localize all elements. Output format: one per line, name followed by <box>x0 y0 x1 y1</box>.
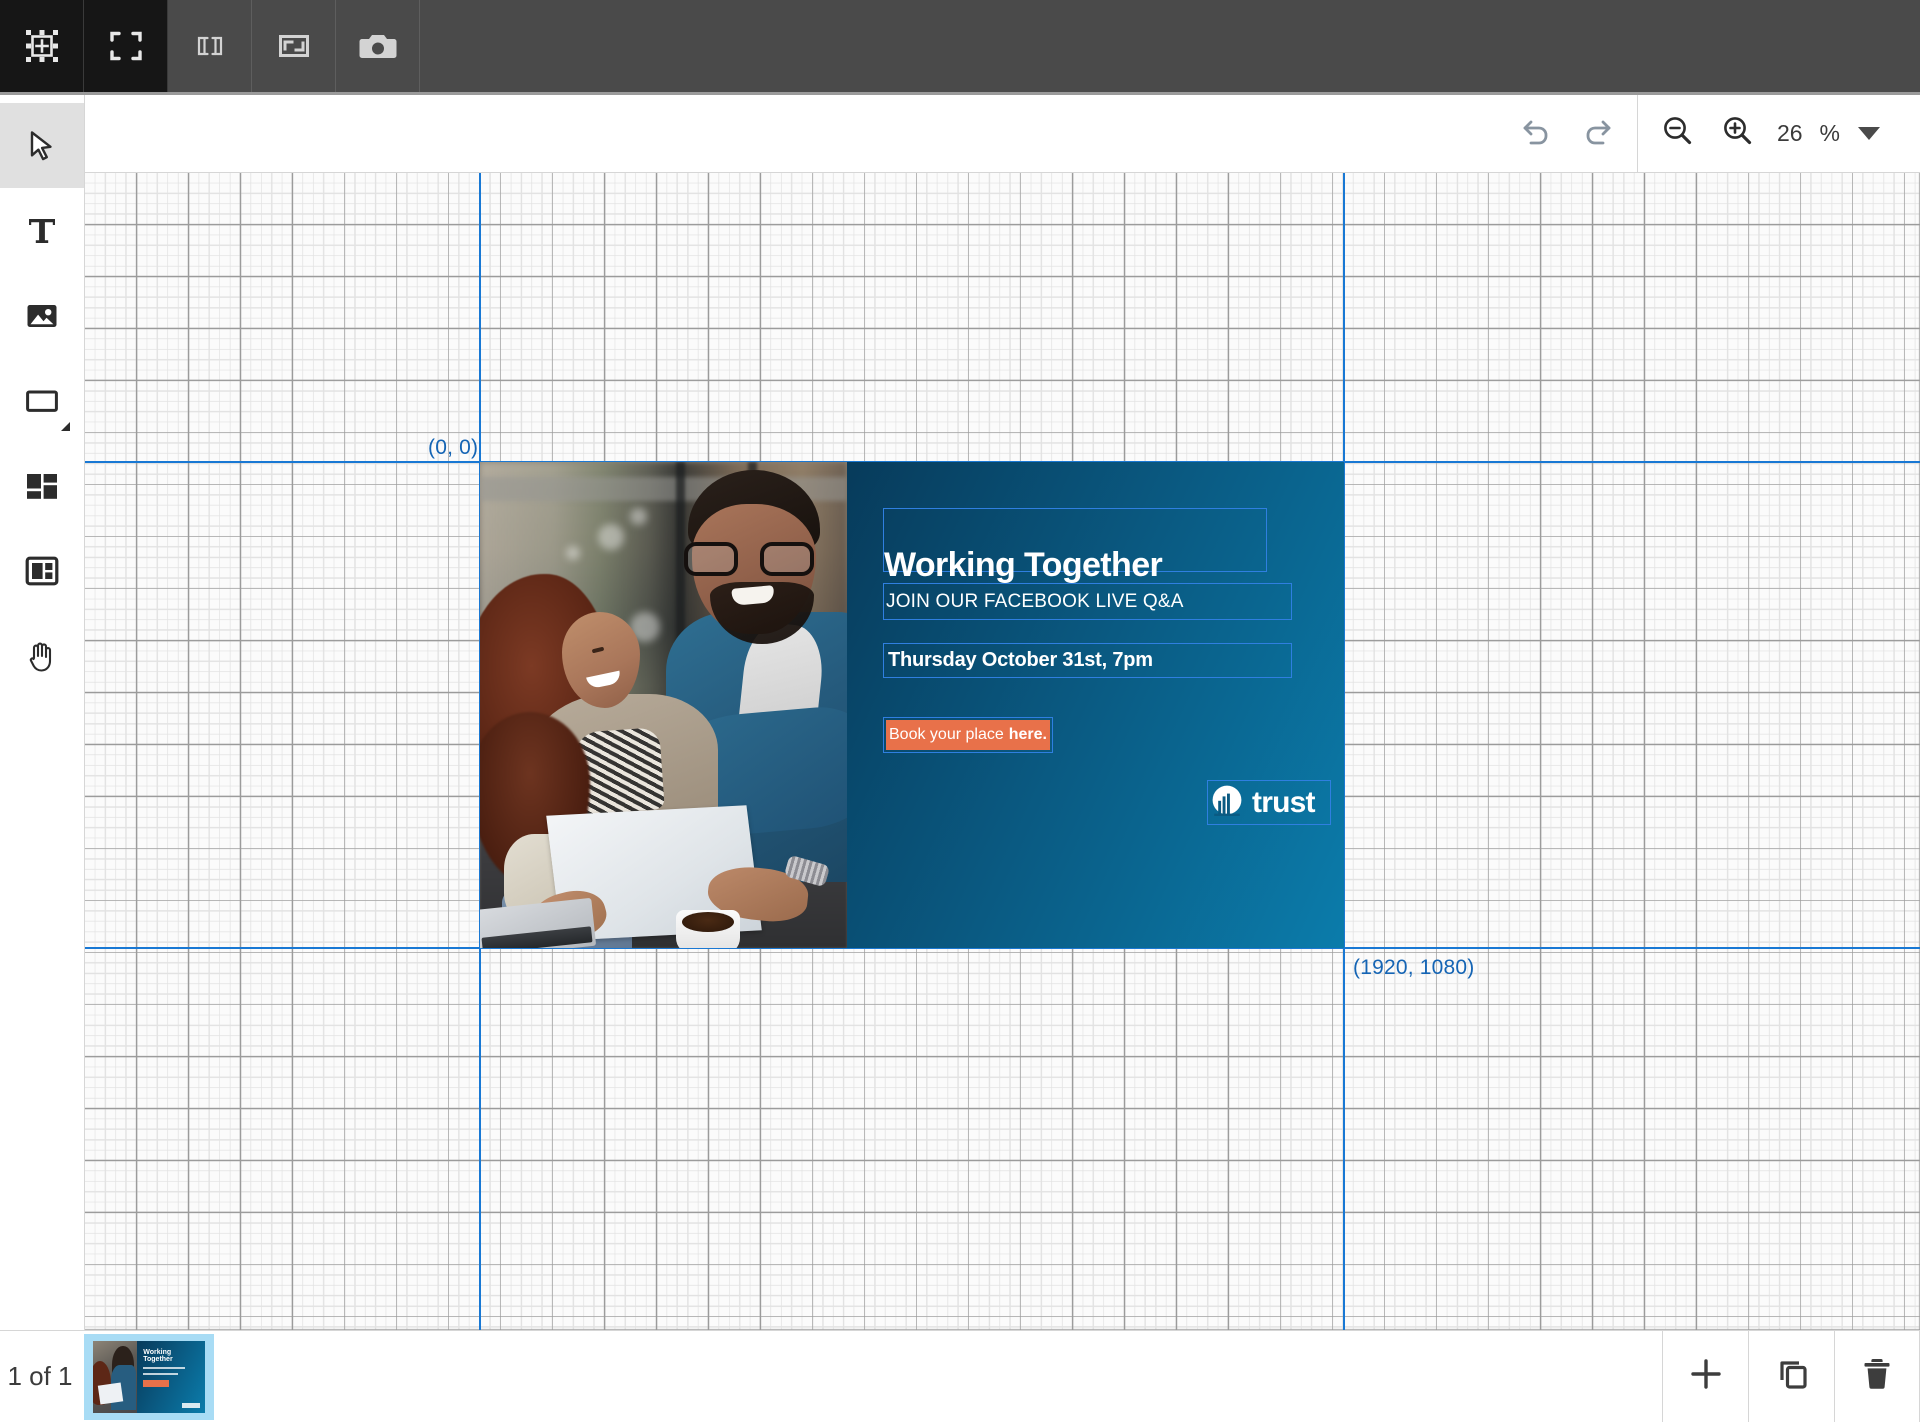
page-thumbnail-1[interactable]: Working Together <box>84 1334 214 1420</box>
zoom-level-input[interactable]: 26 <box>1768 120 1808 147</box>
cursor-arrow-icon <box>24 128 60 164</box>
artboard-title-text: Working Together <box>884 550 1162 581</box>
artboard-title[interactable]: Working Together <box>883 508 1267 572</box>
duplicate-icon <box>1771 1353 1813 1400</box>
thumbnail-line <box>143 1373 178 1375</box>
thumb-shape <box>98 1382 123 1404</box>
origin-coord-label: (0, 0) <box>428 436 478 460</box>
photo-coffee <box>682 912 734 932</box>
history-group <box>1497 95 1637 172</box>
undo-icon <box>1517 111 1557 156</box>
context-bar: 26 % <box>85 95 1920 173</box>
artboard-date[interactable]: Thursday October 31st, 7pm <box>883 643 1292 678</box>
top-toolbar <box>0 0 1920 95</box>
layout-frame-icon <box>24 553 60 589</box>
undo-button[interactable] <box>1507 104 1567 164</box>
glasses-lens <box>684 542 738 576</box>
photo-bokeh <box>598 524 624 550</box>
zoom-group: 26 % <box>1637 95 1920 172</box>
page-bar: 1 of 1 Working Together <box>0 1330 1920 1422</box>
resize-canvas-icon <box>274 26 314 66</box>
artboard-cta-button[interactable]: Book your place here. <box>883 717 1053 753</box>
toolbar-spacer <box>420 0 1920 92</box>
delete-page-button[interactable] <box>1834 1331 1920 1422</box>
thumbnail-photo <box>93 1341 137 1413</box>
image-icon <box>24 298 60 334</box>
editor-body: 26 % (0, 0) (1920, 1080) <box>0 95 1920 1330</box>
artboard-date-text: Thursday October 31st, 7pm <box>884 649 1153 672</box>
zoom-out-button[interactable] <box>1648 104 1708 164</box>
cta-fill: Book your place here. <box>886 720 1050 750</box>
page-counter: 1 of 1 <box>0 1331 80 1422</box>
thumbnail-logo <box>182 1403 200 1408</box>
thumbnail-cta <box>143 1380 169 1387</box>
page-thumbnail-strip[interactable]: Working Together <box>80 1331 1662 1422</box>
logo-content: trust <box>1211 784 1327 821</box>
extent-coord-label: (1920, 1080) <box>1353 956 1475 980</box>
thumbnail-title: Working Together <box>143 1349 199 1363</box>
bleed-marks-button[interactable] <box>168 0 252 92</box>
tool-layout[interactable] <box>0 528 84 613</box>
add-page-button[interactable] <box>1662 1331 1748 1422</box>
canvas-grid[interactable]: (0, 0) (1920, 1080) <box>85 173 1920 1330</box>
plus-icon <box>1685 1353 1727 1400</box>
trash-icon <box>1856 1353 1898 1400</box>
screenshot-button[interactable] <box>336 0 420 92</box>
tool-shape[interactable] <box>0 358 84 443</box>
photo-bokeh <box>630 508 647 525</box>
glasses-lens <box>760 542 814 576</box>
artboard-photo[interactable] <box>480 462 847 948</box>
cta-label: Book your place <box>889 726 1004 744</box>
photo-bokeh <box>566 546 580 560</box>
bleed-brackets-icon <box>190 26 230 66</box>
page-actions <box>1662 1331 1920 1422</box>
tool-text[interactable] <box>0 188 84 273</box>
tool-image[interactable] <box>0 273 84 358</box>
tool-select[interactable] <box>0 103 84 188</box>
fit-to-screen-icon <box>106 26 146 66</box>
trust-mark-icon <box>1211 784 1243 821</box>
zoom-in-button[interactable] <box>1708 104 1768 164</box>
artboard-content-panel: Working Together JOIN OUR FACEBOOK LIVE … <box>847 462 1344 948</box>
thumbnail-line <box>143 1367 184 1369</box>
photo-man-glasses <box>684 542 814 578</box>
camera-icon <box>357 25 399 67</box>
add-artboard-button[interactable] <box>0 0 84 92</box>
artboard[interactable]: Working Together JOIN OUR FACEBOOK LIVE … <box>480 462 1344 948</box>
duplicate-page-button[interactable] <box>1748 1331 1834 1422</box>
add-artboard-icon <box>22 26 62 66</box>
artboard-subtitle-text: JOIN OUR FACEBOOK LIVE Q&A <box>884 591 1184 613</box>
redo-icon <box>1577 111 1617 156</box>
tool-pan[interactable] <box>0 613 84 698</box>
zoom-unit-label: % <box>1808 120 1858 147</box>
artboard-subtitle[interactable]: JOIN OUR FACEBOOK LIVE Q&A <box>883 583 1292 620</box>
zoom-in-icon <box>1719 112 1757 155</box>
cta-emphasis: here. <box>1009 726 1047 744</box>
grid-blocks-icon <box>24 468 60 504</box>
rectangle-icon <box>24 383 60 419</box>
thumbnail-preview: Working Together <box>93 1341 205 1413</box>
artboard-logo[interactable]: trust <box>1207 780 1331 825</box>
fit-to-screen-button[interactable] <box>84 0 168 92</box>
text-t-icon <box>24 213 60 249</box>
tool-grid[interactable] <box>0 443 84 528</box>
resize-canvas-button[interactable] <box>252 0 336 92</box>
shape-menu-caret-icon[interactable] <box>61 422 70 431</box>
tool-rail <box>0 95 85 1330</box>
thumbnail-panel: Working Together <box>137 1341 205 1413</box>
hand-icon <box>24 638 60 674</box>
canvas-column: 26 % (0, 0) (1920, 1080) <box>85 95 1920 1330</box>
redo-button[interactable] <box>1567 104 1627 164</box>
logo-wordmark: trust <box>1252 788 1315 818</box>
chevron-down-icon[interactable] <box>1858 127 1880 140</box>
zoom-out-icon <box>1659 112 1697 155</box>
design-editor-window: 26 % (0, 0) (1920, 1080) <box>0 0 1920 1422</box>
